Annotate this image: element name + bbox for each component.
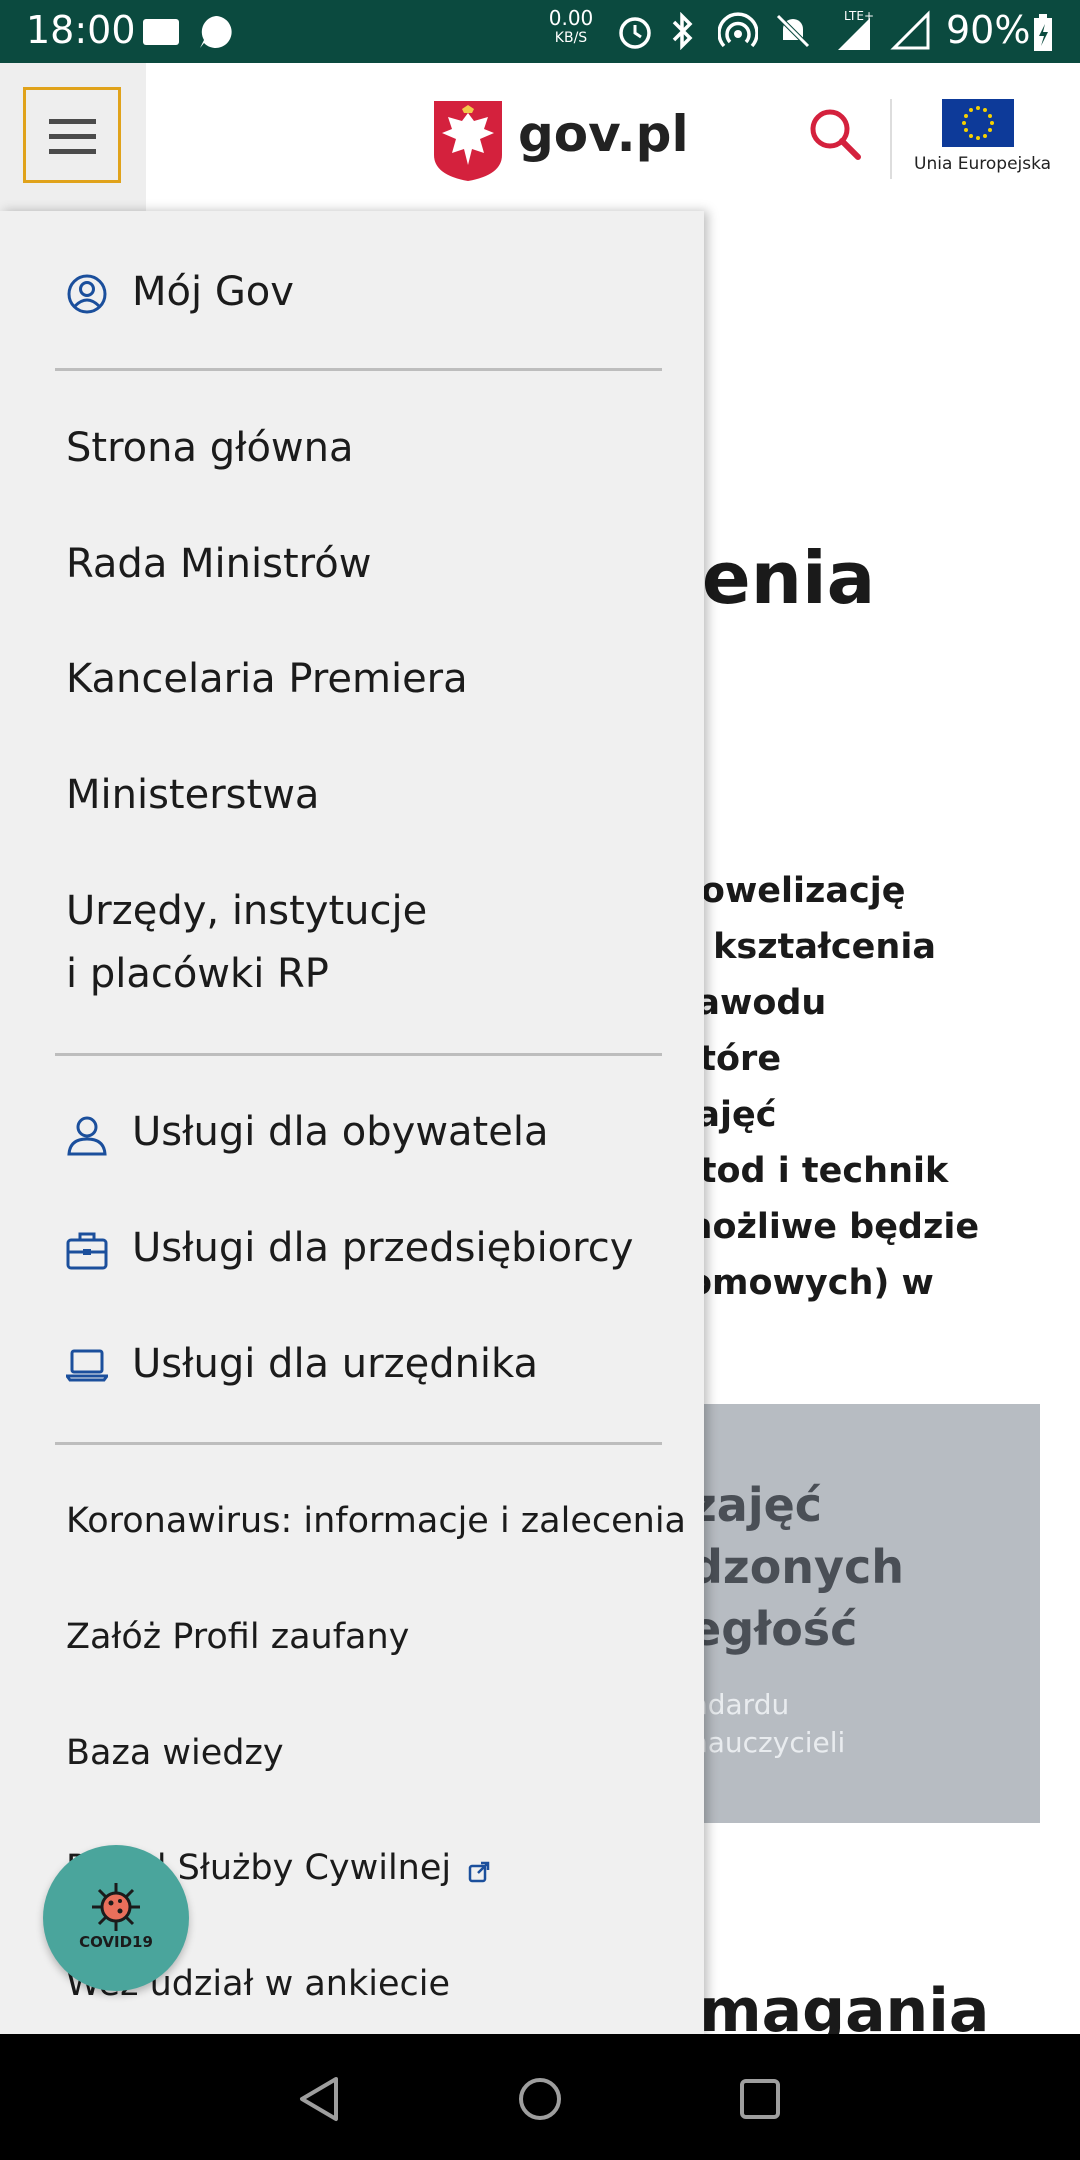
menu-item-uslugi-przedsiebiorcy[interactable]: Usługi dla przedsiębiorcy: [132, 1225, 633, 1271]
status-bar: 18:00 0.00 KB/S LTE+ 90%: [0, 0, 1080, 63]
image-subtext-line: ndardu: [690, 1688, 790, 1721]
eu-flag-icon[interactable]: [942, 99, 1014, 147]
clock: 18:00: [26, 8, 136, 52]
menu-item-profil-zaufany[interactable]: Załóż Profil zaufany: [66, 1617, 409, 1657]
chat-bubble-icon: [196, 12, 236, 56]
briefcase-icon: [66, 1230, 108, 1276]
menu-item-strona-glowna[interactable]: Strona główna: [66, 425, 354, 471]
image-text-line: egłość: [690, 1602, 858, 1656]
hamburger-icon: [49, 119, 96, 124]
battery-percent: 90%: [946, 8, 1031, 52]
menu-item-ministerstwa[interactable]: Ministerstwa: [66, 772, 319, 818]
battery-icon: [1032, 14, 1054, 56]
recents-icon[interactable]: [738, 2077, 782, 2125]
navigation-drawer: Mój Gov Strona główna Rada Ministrów Kan…: [0, 211, 704, 2034]
mute-icon: [774, 12, 812, 54]
speed-value: 0.00: [548, 6, 594, 30]
gov-logo-link[interactable]: gov.pl: [432, 99, 689, 187]
menu-item-uslugi-urzednika[interactable]: Usługi dla urzędnika: [132, 1341, 538, 1387]
hotspot-icon: [717, 12, 759, 54]
network-speed: 0.00 KB/S: [546, 8, 596, 48]
eu-label: Unia Europejska: [914, 154, 1052, 174]
back-icon[interactable]: [296, 2075, 344, 2127]
menu-item-uslugi-obywatela[interactable]: Usługi dla obywatela: [132, 1109, 548, 1155]
menu-item-koronawirus[interactable]: Koronawirus: informacje i zalecenia: [66, 1501, 686, 1541]
speed-unit: KB/S: [554, 30, 588, 46]
section-heading: ymagania: [660, 1976, 990, 2034]
covid-button[interactable]: COVID19: [43, 1845, 189, 1991]
image-text-line: zajęć: [690, 1478, 823, 1532]
virus-icon: [90, 1881, 142, 1937]
bluetooth-icon: [668, 11, 698, 54]
lead-line: nowelizację: [676, 871, 906, 911]
person-icon: [66, 1114, 108, 1160]
image-text-line: dzonych: [690, 1540, 905, 1594]
svg-text:LTE+: LTE+: [844, 9, 874, 23]
system-nav-bar: [0, 2034, 1080, 2160]
drawer-divider: [55, 368, 662, 371]
menu-item-moj-gov[interactable]: Mój Gov: [132, 269, 294, 315]
search-icon[interactable]: [808, 107, 864, 167]
lead-line: etod i technik: [676, 1151, 949, 1191]
lead-line: zajęć: [676, 1095, 777, 1135]
account-circle-icon: [66, 273, 108, 319]
lead-line: możliwe będzie: [676, 1207, 980, 1247]
menu-item-urzedy-line1[interactable]: Urzędy, instytucje: [66, 888, 427, 934]
menu-item-kancelaria-premiera[interactable]: Kancelaria Premiera: [66, 656, 468, 702]
drawer-divider: [55, 1442, 662, 1445]
lead-line: które: [676, 1039, 782, 1079]
home-icon[interactable]: [516, 2075, 564, 2127]
signal-lte-icon: LTE+: [830, 8, 880, 56]
drawer-divider: [55, 1053, 662, 1056]
article-image: zajęć dzonych egłość ndardu nauczycieli: [690, 1404, 1040, 1823]
article-lead: nowelizację u kształcenia zawodu które z…: [676, 863, 1080, 1311]
signal-icon: [890, 10, 932, 54]
external-link-icon: [468, 1852, 490, 1892]
message-icon: [142, 18, 180, 50]
covid-label: COVID19: [79, 1933, 153, 1951]
logo-text: gov.pl: [518, 105, 689, 163]
lead-line: u kształcenia: [676, 927, 936, 967]
image-subtext-line: nauczycieli: [690, 1726, 846, 1759]
laptop-icon: [64, 1348, 110, 1386]
lead-line: zawodu: [676, 983, 827, 1023]
alarm-icon: [616, 12, 654, 54]
menu-item-urzedy-line2[interactable]: i placówki RP: [66, 951, 329, 997]
menu-item-baza-wiedzy[interactable]: Baza wiedzy: [66, 1733, 284, 1773]
eagle-emblem-icon: [432, 99, 504, 187]
header-divider: [890, 99, 892, 179]
site-header: gov.pl Unia Europejska: [0, 63, 1080, 211]
menu-item-rada-ministrow[interactable]: Rada Ministrów: [66, 541, 371, 587]
menu-button[interactable]: [23, 87, 121, 183]
lead-line: lomowych) w: [676, 1263, 934, 1303]
